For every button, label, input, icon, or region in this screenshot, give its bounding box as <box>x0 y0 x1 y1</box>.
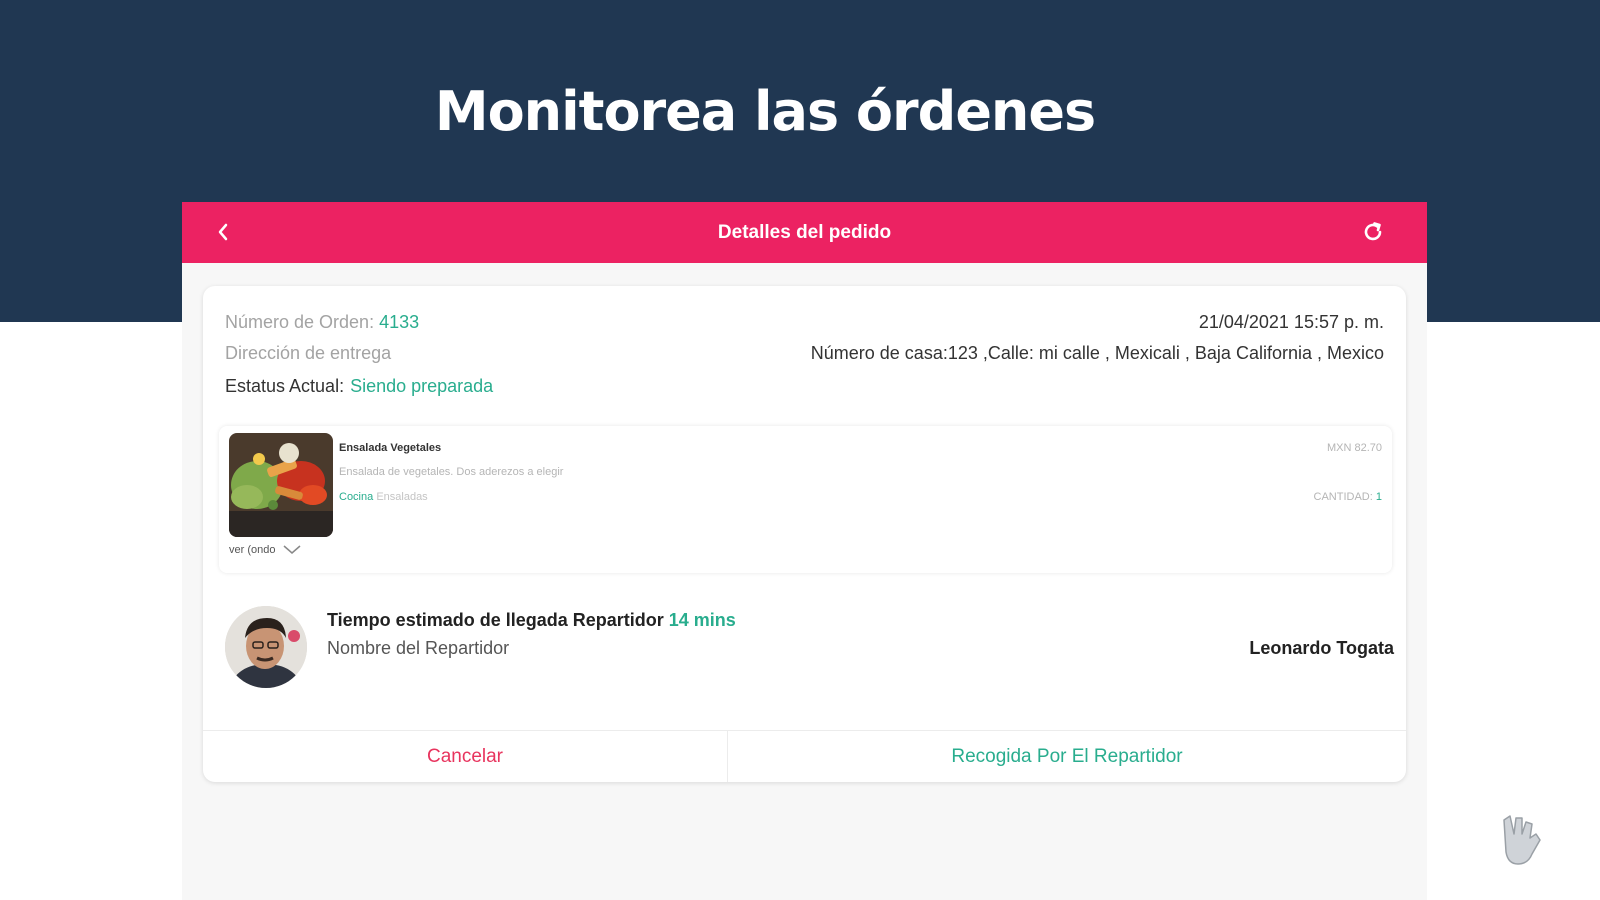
app-bar: Detalles del pedido <box>182 202 1427 263</box>
hand-gesture-icon <box>1503 815 1541 865</box>
expand-toggle[interactable]: ver (ondo <box>229 544 301 556</box>
item-description: Ensalada de vegetales. Dos aderezos a el… <box>339 466 564 478</box>
eta-value: 14 mins <box>668 610 736 630</box>
app-bar-title: Detalles del pedido <box>717 221 892 243</box>
action-bar: Cancelar Recogida Por El Repartidor <box>203 730 1406 782</box>
cancel-button[interactable]: Cancelar <box>203 731 728 782</box>
item-category-label: Cocina <box>339 491 374 503</box>
status-row: Estatus Actual: Siendo preparada <box>225 376 1384 397</box>
driver-name-label: Nombre del Repartidor <box>327 638 510 658</box>
address-label: Dirección de entrega <box>225 343 392 363</box>
eta-row: Tiempo estimado de llegada Repartidor 14… <box>327 610 736 631</box>
item-subcategory: Ensaladas <box>376 491 428 503</box>
delivery-address: Número de casa:123 ,Calle: mi calle , Me… <box>810 343 1384 363</box>
order-number: 4133 <box>379 312 420 332</box>
item-quantity-label: CANTIDAD: <box>1313 491 1373 503</box>
order-datetime: 21/04/2021 15:57 p. m. <box>1198 312 1384 332</box>
item-price: MXN 82.70 <box>1326 442 1382 454</box>
order-items-box: Ensalada Vegetales Ensalada de vegetales… <box>219 426 1392 573</box>
status-value: Siendo preparada <box>350 376 494 396</box>
address-row: Dirección de entrega Número de casa:123 … <box>225 343 1384 364</box>
driver-avatar <box>225 606 307 688</box>
chevron-down-icon <box>283 545 301 554</box>
order-number-label: Número de Orden: <box>225 312 375 332</box>
order-number-row: Número de Orden: 4133 21/04/2021 15:57 p… <box>225 312 1384 333</box>
food-image <box>229 433 333 537</box>
item-name: Ensalada Vegetales <box>339 442 442 454</box>
item-quantity: CANTIDAD: 1 <box>1314 491 1382 503</box>
expand-toggle-label: ver (ondo <box>229 544 276 556</box>
status-label: Estatus Actual: <box>225 376 345 396</box>
driver-name: Leonardo Togata <box>1249 638 1394 658</box>
item-category: Cocina Ensaladas <box>339 491 428 503</box>
order-card: Número de Orden: 4133 21/04/2021 15:57 p… <box>203 286 1406 782</box>
refresh-button[interactable] <box>1357 216 1389 248</box>
eta-label: Tiempo estimado de llegada Repartidor <box>327 610 664 630</box>
chevron-left-icon <box>218 223 228 241</box>
back-button[interactable] <box>208 216 238 248</box>
pickup-button[interactable]: Recogida Por El Repartidor <box>728 731 1406 782</box>
page-headline: Monitorea las órdenes <box>434 80 1096 143</box>
item-quantity-value: 1 <box>1375 491 1382 503</box>
order-details-screen: Detalles del pedido Número de Orden: 413… <box>182 202 1427 900</box>
refresh-icon <box>1364 222 1382 241</box>
